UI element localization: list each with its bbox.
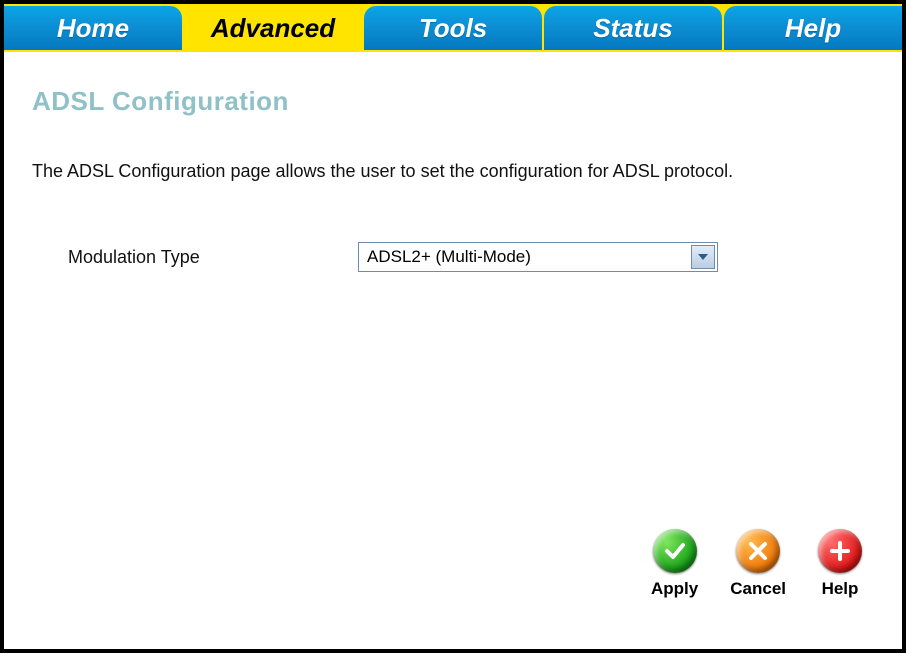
tab-label: Home — [57, 13, 129, 44]
apply-label: Apply — [651, 579, 698, 599]
help-label: Help — [822, 579, 859, 599]
main-tabbar: Home Advanced Tools Status Help — [4, 4, 902, 52]
cancel-label: Cancel — [730, 579, 786, 599]
page-description: The ADSL Configuration page allows the u… — [32, 161, 874, 182]
modulation-row: Modulation Type ADSL2+ (Multi-Mode) — [68, 242, 874, 272]
page-title: ADSL Configuration — [32, 86, 874, 117]
tab-tools[interactable]: Tools — [364, 6, 542, 50]
tab-label: Advanced — [211, 13, 335, 44]
tab-status[interactable]: Status — [544, 6, 722, 50]
help-button[interactable]: Help — [818, 529, 862, 599]
tab-advanced[interactable]: Advanced — [184, 6, 362, 50]
tab-help[interactable]: Help — [724, 6, 902, 50]
modulation-select-value: ADSL2+ (Multi-Mode) — [367, 247, 531, 267]
action-bar: Apply Cancel Help — [651, 529, 862, 599]
tab-label: Help — [785, 13, 841, 44]
apply-button[interactable]: Apply — [651, 529, 698, 599]
cancel-button[interactable]: Cancel — [730, 529, 786, 599]
plus-icon — [818, 529, 862, 573]
content-area: ADSL Configuration The ADSL Configuratio… — [4, 52, 902, 292]
tab-home[interactable]: Home — [4, 6, 182, 50]
x-icon — [736, 529, 780, 573]
check-icon — [653, 529, 697, 573]
tab-label: Status — [593, 13, 672, 44]
chevron-down-icon — [691, 245, 715, 269]
modulation-select[interactable]: ADSL2+ (Multi-Mode) — [358, 242, 718, 272]
modulation-label: Modulation Type — [68, 247, 358, 268]
tab-label: Tools — [419, 13, 487, 44]
